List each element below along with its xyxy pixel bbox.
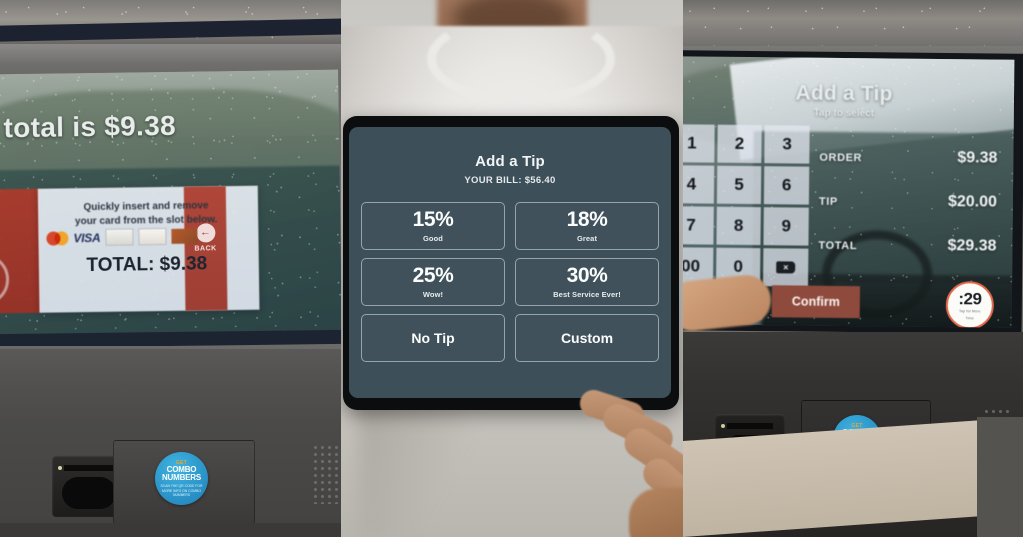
order-total-headline: ur total is $9.38 (0, 109, 177, 144)
tip-percent: 25% (412, 264, 454, 287)
panel-middle-tablet-tip: Add a Tip YOUR BILL: $56.40 15% Good 18%… (341, 0, 683, 537)
card-slot (64, 465, 114, 471)
card-instruction-text: Quickly insert and remove your card from… (46, 199, 246, 229)
palm (629, 488, 683, 537)
summary-value: $20.00 (947, 193, 997, 211)
card-instruction-line-2: your card from the slot below. (74, 213, 218, 227)
summary-row-total: TOTAL $29.38 (812, 236, 1008, 256)
card-total-amount: TOTAL: $9.38 (86, 253, 208, 277)
tip-label: Best Service Ever! (553, 290, 621, 299)
keypad-key-4[interactable]: 4 (683, 165, 714, 204)
screen-left-red-band (0, 188, 42, 314)
mastercard-logo (46, 230, 69, 246)
card-art-2 (138, 227, 167, 246)
summary-label: ORDER (819, 151, 863, 165)
hand-holding-tablet (569, 386, 683, 537)
kiosk-right-speckle-texture (683, 0, 1023, 46)
kiosk-left-body: ur total is $9.38 ← BACK Quickly insert … (0, 0, 341, 537)
card-art-3 (171, 228, 198, 244)
countdown-timer-badge[interactable]: :29 Tap for More Time (945, 281, 995, 328)
keypad-key-1[interactable]: 1 (683, 124, 715, 163)
keypad-key-6[interactable]: 6 (764, 166, 810, 205)
tip-option-18[interactable]: 18% Great (515, 202, 659, 250)
tshirt-collar (427, 14, 615, 104)
numeric-keypad: 1 2 3 4 5 6 7 8 9 00 0 (683, 124, 810, 287)
three-panel-collage: ur total is $9.38 ← BACK Quickly insert … (0, 0, 1023, 537)
panel-left-kiosk-total: ur total is $9.38 ← BACK Quickly insert … (0, 0, 341, 537)
tip-option-15[interactable]: 15% Good (361, 202, 505, 250)
bill-amount-line: YOUR BILL: $56.40 (464, 175, 556, 186)
summary-row-order: ORDER $9.38 (813, 148, 1009, 168)
tip-percent: 30% (566, 264, 608, 287)
card-art-1 (105, 228, 134, 246)
tip-label: Wow! (422, 290, 444, 299)
reader-indicator-light (58, 466, 62, 470)
thumb-shape (683, 272, 774, 334)
kiosk-right-body: Add a Tip Tap to select 1 2 3 4 5 6 7 8 … (683, 0, 1023, 537)
timer-value: :29 (958, 289, 982, 309)
keypad-key-9[interactable]: 9 (763, 207, 809, 246)
tip-label: Great (576, 234, 598, 243)
back-button-label: BACK (194, 245, 217, 253)
confirm-button[interactable]: Confirm (771, 285, 861, 319)
tip-option-30[interactable]: 30% Best Service Ever! (515, 258, 659, 306)
sticker-fine-print: SCAN THE QR CODE FOR MORE INFO ON COMBO … (160, 484, 203, 497)
keypad-key-5[interactable]: 5 (716, 165, 762, 205)
tip-dialog-title: Add a Tip (475, 153, 545, 170)
kiosk-right-side-column (977, 417, 1023, 537)
tip-summary-rows: ORDER $9.38 TIP $20.00 TOTAL $29.38 (812, 148, 1009, 282)
timer-caption-2: Time (965, 315, 974, 320)
kiosk-left-screen[interactable]: ur total is $9.38 ← BACK Quickly insert … (0, 69, 341, 341)
keypad-key-7[interactable]: 7 (683, 206, 714, 245)
kiosk-left-body-seam (0, 346, 341, 349)
combo-numbers-sticker: GET COMBO NUMBERS SCAN THE QR CODE FOR M… (155, 452, 208, 505)
panel-right-kiosk-keypad: Add a Tip Tap to select 1 2 3 4 5 6 7 8 … (683, 0, 1023, 537)
accepted-card-logos: VISA (46, 227, 246, 247)
tip-option-25[interactable]: 25% Wow! (361, 258, 505, 306)
tablet-screen[interactable]: Add a Tip YOUR BILL: $56.40 15% Good 18%… (349, 127, 671, 398)
backspace-icon (776, 261, 796, 274)
kiosk-left-speaker-vent (312, 444, 338, 504)
keypad-key-2[interactable]: 2 (716, 124, 763, 164)
reader-indicator-light (721, 424, 725, 428)
tablet-device: Add a Tip YOUR BILL: $56.40 15% Good 18%… (343, 116, 679, 410)
summary-value: $29.38 (947, 237, 997, 255)
keypad-key-8[interactable]: 8 (716, 206, 762, 246)
kiosk-left-ground-shadow (0, 523, 341, 537)
no-tip-button[interactable]: No Tip (361, 314, 505, 362)
tip-screen-title: Add a Tip (795, 81, 893, 106)
summary-row-tip: TIP $20.00 (813, 192, 1009, 212)
tip-options-grid: 15% Good 18% Great 25% Wow! 30% Best Ser… (361, 202, 659, 362)
tip-label: Good (423, 234, 443, 243)
summary-value: $9.38 (957, 149, 998, 167)
tip-percent: 18% (566, 208, 608, 231)
shirt-fold-bottom (359, 400, 469, 537)
custom-tip-button[interactable]: Custom (515, 314, 659, 362)
tip-percent: 15% (412, 208, 454, 231)
keypad-key-3[interactable]: 3 (764, 125, 810, 164)
summary-label: TIP (818, 195, 838, 208)
timer-caption-1: Tap for More (958, 309, 981, 314)
visa-logo: VISA (73, 230, 101, 245)
summary-label: TOTAL (818, 239, 858, 253)
reader-cavity (62, 477, 116, 509)
sticker-title-line-2: NUMBERS (161, 473, 202, 483)
card-slot (727, 423, 773, 429)
